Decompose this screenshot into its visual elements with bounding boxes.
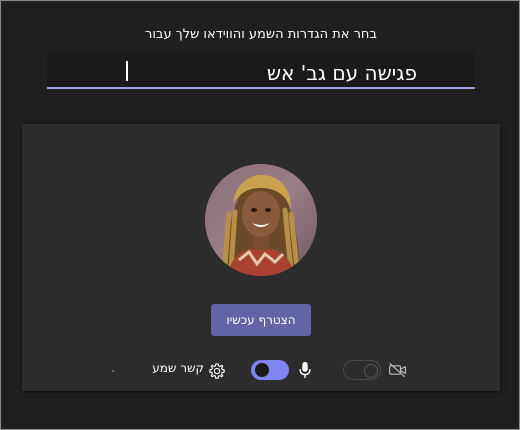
- avatar: [205, 164, 317, 276]
- camera-toggle-knob: [364, 364, 378, 378]
- meeting-title-text: פגישה עם גב' אש: [266, 61, 417, 85]
- audio-option-label[interactable]: קשר שמע: [152, 361, 204, 375]
- microphone-toggle-knob: [255, 363, 269, 377]
- text-cursor: [126, 61, 128, 81]
- settings-gear-icon[interactable]: [206, 360, 228, 382]
- media-controls-bar: קשר שמע: [22, 352, 500, 388]
- video-preview-panel: הצטרף עכשיו קשר שמע: [22, 124, 500, 391]
- pre-join-screen: בחר את הגדרות השמע והווידאו שלך עבור פגי…: [0, 0, 520, 430]
- avatar-photo: [205, 164, 317, 276]
- microphone-icon: [295, 359, 315, 381]
- settings-prompt: בחר את הגדרות השמע והווידאו שלך עבור: [145, 27, 377, 42]
- separator-dot: [112, 370, 114, 372]
- camera-toggle[interactable]: [343, 360, 381, 380]
- camera-off-icon: [386, 359, 410, 381]
- join-now-button[interactable]: הצטרף עכשיו: [211, 304, 311, 336]
- meeting-title-field[interactable]: פגישה עם גב' אש: [47, 51, 475, 89]
- microphone-toggle[interactable]: [251, 360, 289, 380]
